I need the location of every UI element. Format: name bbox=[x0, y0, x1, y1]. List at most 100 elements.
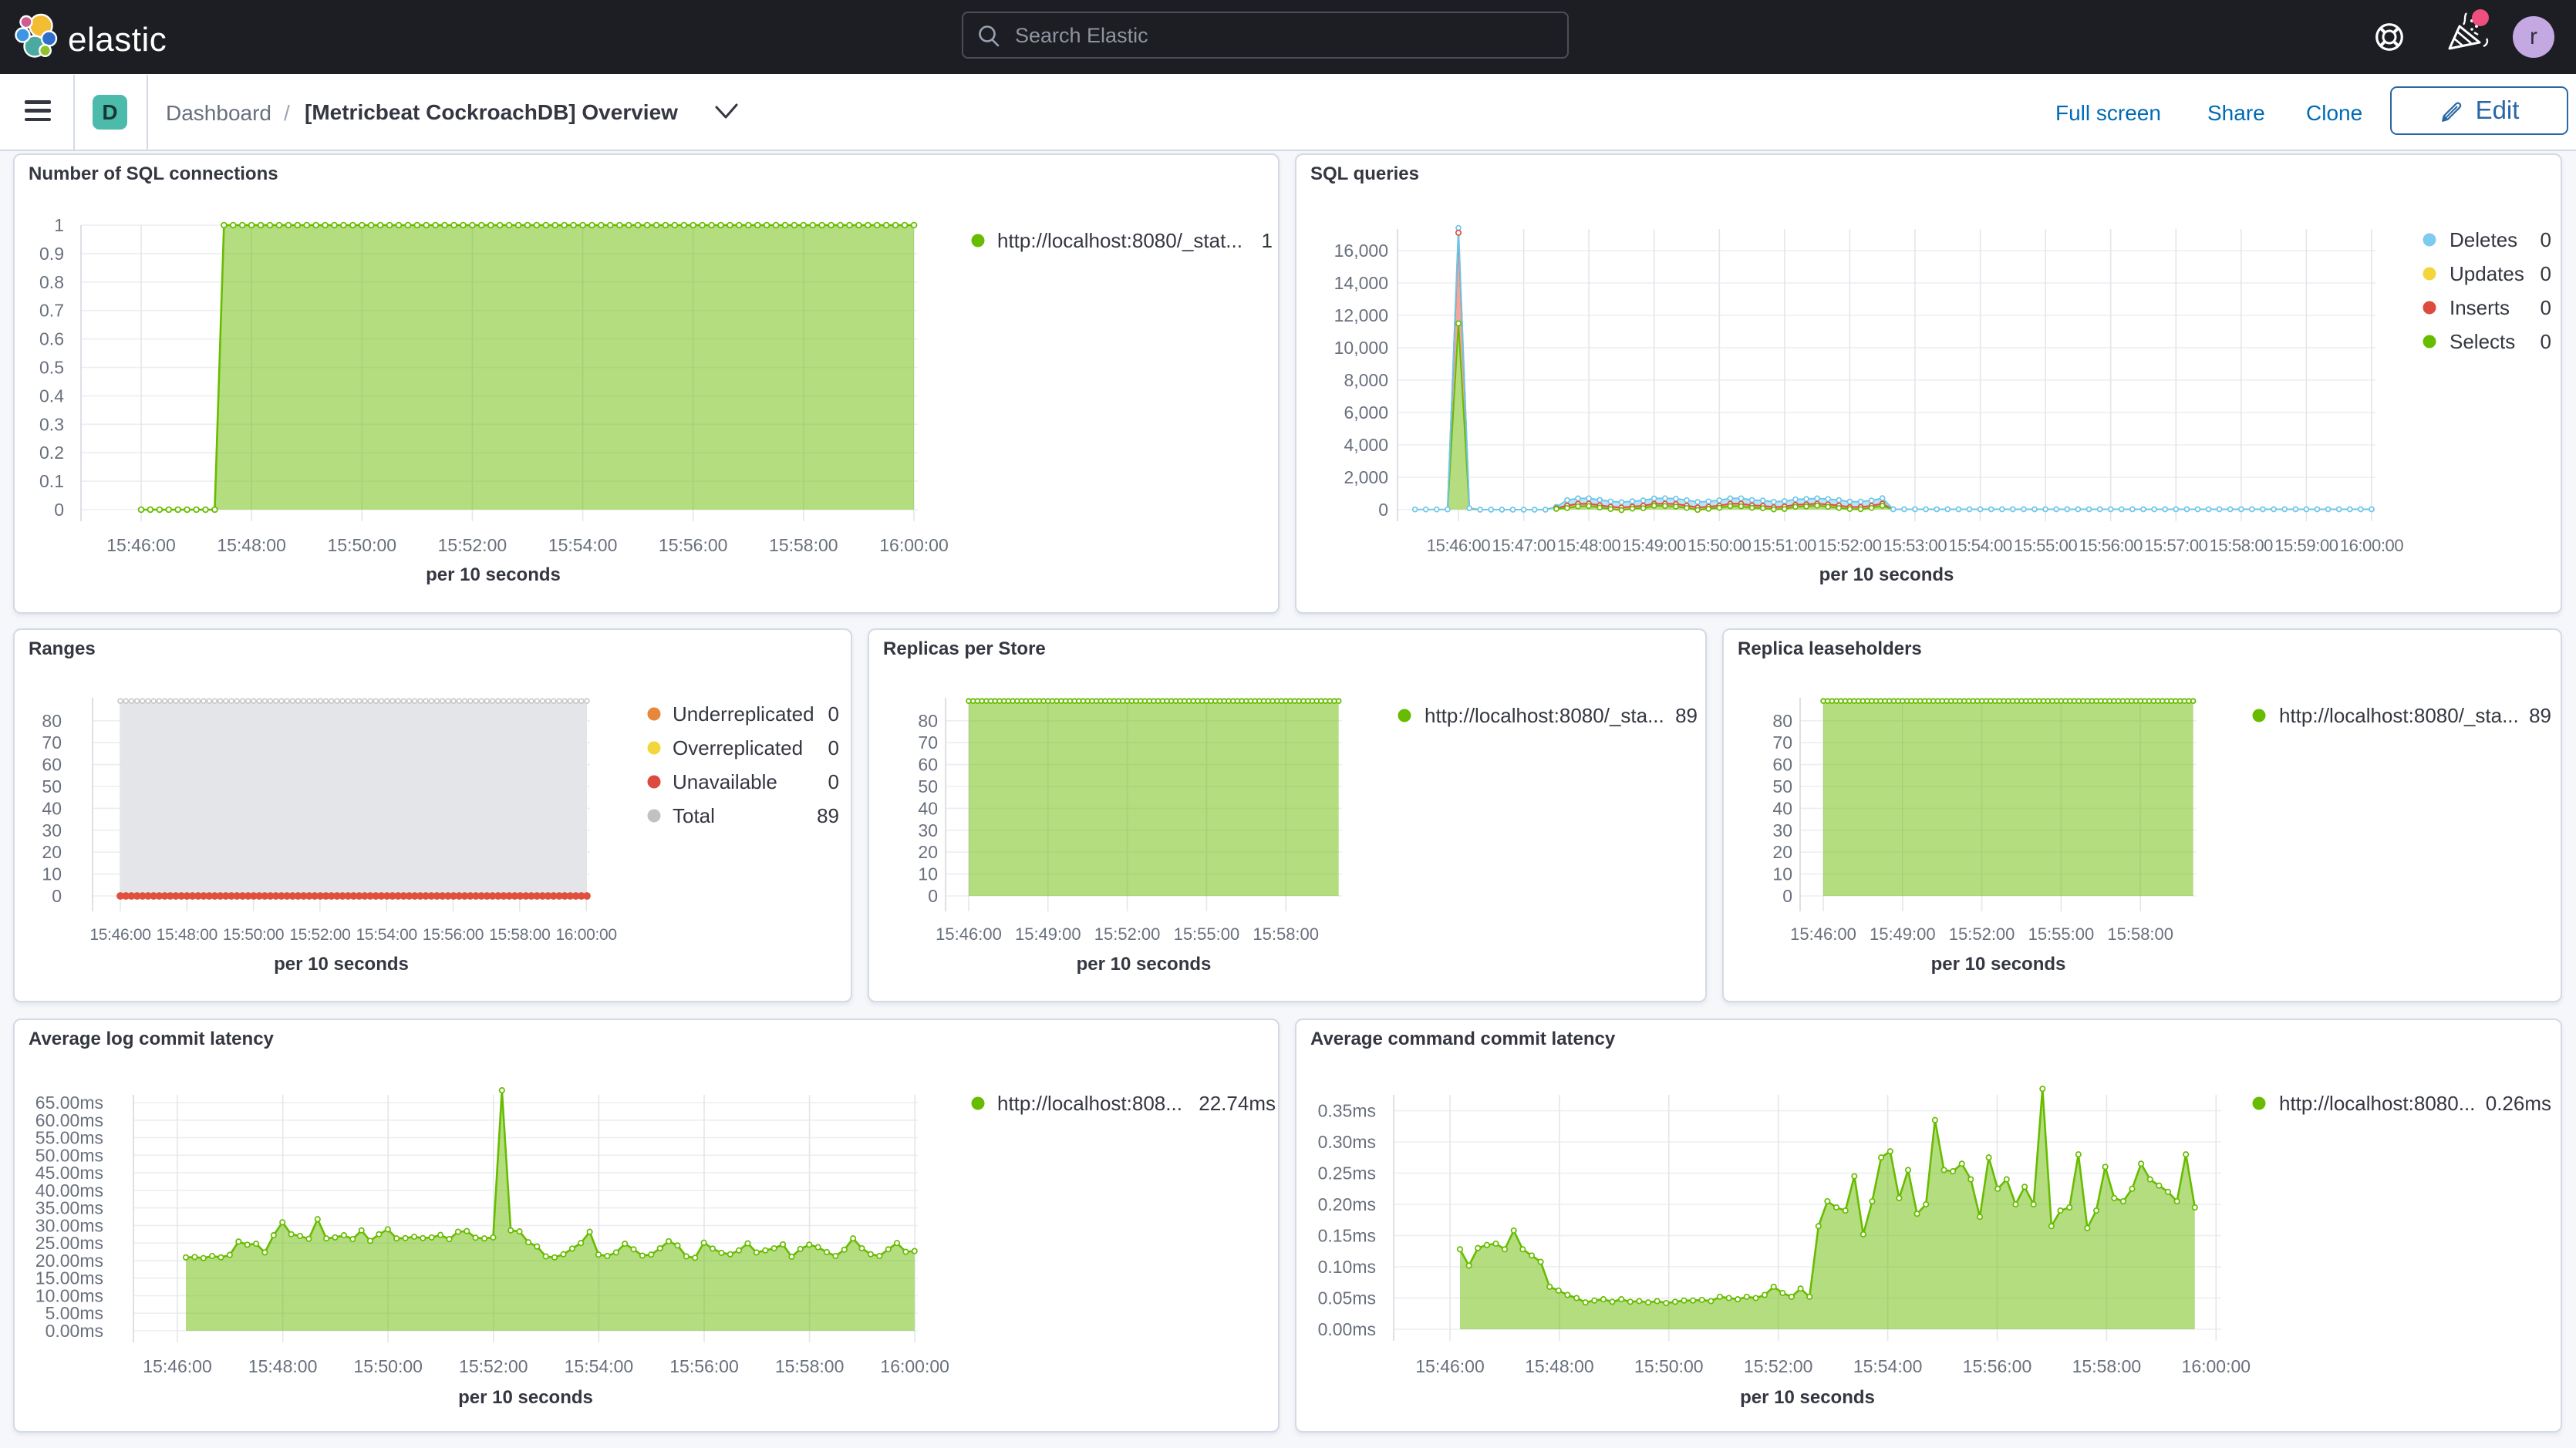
svg-text:15:58:00: 15:58:00 bbox=[769, 535, 838, 555]
svg-text:1: 1 bbox=[54, 215, 64, 235]
svg-text:60: 60 bbox=[918, 755, 938, 775]
svg-text:15:58:00: 15:58:00 bbox=[2072, 1356, 2142, 1376]
svg-text:15:56:00: 15:56:00 bbox=[2079, 536, 2143, 555]
svg-text:15:57:00: 15:57:00 bbox=[2144, 536, 2208, 555]
svg-text:80: 80 bbox=[918, 711, 938, 731]
svg-text:5.00ms: 5.00ms bbox=[46, 1303, 103, 1323]
svg-text:15:56:00: 15:56:00 bbox=[659, 535, 728, 555]
svg-text:0.9: 0.9 bbox=[39, 244, 64, 264]
svg-text:0: 0 bbox=[928, 886, 938, 906]
svg-text:Deletes: Deletes bbox=[2450, 228, 2517, 251]
svg-text:22.74ms: 22.74ms bbox=[1199, 1092, 1276, 1115]
svg-text:10,000: 10,000 bbox=[1334, 338, 1388, 358]
svg-text:15:47:00: 15:47:00 bbox=[1492, 536, 1556, 555]
svg-text:http://localhost:8080...: http://localhost:8080... bbox=[2279, 1092, 2475, 1115]
svg-text:http://localhost:8080/_sta...: http://localhost:8080/_sta... bbox=[2279, 704, 2519, 727]
svg-text:0.3: 0.3 bbox=[39, 414, 64, 434]
svg-text:0.2: 0.2 bbox=[39, 443, 64, 463]
svg-text:15.00ms: 15.00ms bbox=[35, 1268, 103, 1288]
svg-text:15:55:00: 15:55:00 bbox=[2014, 536, 2078, 555]
svg-text:70: 70 bbox=[42, 732, 62, 753]
svg-text:15:48:00: 15:48:00 bbox=[248, 1356, 318, 1376]
svg-text:15:50:00: 15:50:00 bbox=[223, 926, 284, 944]
svg-text:30: 30 bbox=[918, 820, 938, 840]
svg-text:15:49:00: 15:49:00 bbox=[1015, 924, 1081, 944]
svg-text:0.5: 0.5 bbox=[39, 358, 64, 378]
svg-text:30.00ms: 30.00ms bbox=[35, 1215, 103, 1235]
svg-text:60: 60 bbox=[1772, 755, 1792, 775]
svg-text:0.26ms: 0.26ms bbox=[2486, 1092, 2551, 1115]
svg-text:0.4: 0.4 bbox=[39, 386, 64, 406]
svg-text:15:56:00: 15:56:00 bbox=[1963, 1356, 2032, 1376]
svg-text:Inserts: Inserts bbox=[2450, 296, 2510, 319]
svg-text:0.05ms: 0.05ms bbox=[1318, 1288, 1376, 1308]
svg-text:40: 40 bbox=[42, 798, 62, 818]
svg-text:0.00ms: 0.00ms bbox=[1318, 1319, 1376, 1339]
svg-text:16:00:00: 16:00:00 bbox=[879, 535, 949, 555]
svg-text:15:58:00: 15:58:00 bbox=[1253, 924, 1319, 944]
svg-text:80: 80 bbox=[1772, 711, 1792, 731]
svg-text:60: 60 bbox=[42, 755, 62, 775]
svg-text:Average log commit latency: Average log commit latency bbox=[29, 1029, 275, 1049]
svg-text:15:49:00: 15:49:00 bbox=[1622, 536, 1686, 555]
svg-text:14,000: 14,000 bbox=[1334, 273, 1388, 293]
svg-text:50.00ms: 50.00ms bbox=[35, 1145, 103, 1165]
svg-text:SQL queries: SQL queries bbox=[1310, 163, 1419, 184]
svg-text:0.30ms: 0.30ms bbox=[1318, 1132, 1376, 1152]
svg-text:per 10 seconds: per 10 seconds bbox=[1819, 564, 1954, 585]
svg-text:15:48:00: 15:48:00 bbox=[217, 535, 286, 555]
svg-text:15:46:00: 15:46:00 bbox=[1427, 536, 1491, 555]
svg-text:15:55:00: 15:55:00 bbox=[1174, 924, 1240, 944]
svg-text:15:48:00: 15:48:00 bbox=[1557, 536, 1621, 555]
svg-text:0.35ms: 0.35ms bbox=[1318, 1101, 1376, 1121]
svg-text:10: 10 bbox=[1772, 864, 1792, 884]
svg-text:15:46:00: 15:46:00 bbox=[1415, 1356, 1485, 1376]
svg-text:per 10 seconds: per 10 seconds bbox=[1077, 954, 1212, 975]
svg-text:0.20ms: 0.20ms bbox=[1318, 1194, 1376, 1214]
svg-text:10.00ms: 10.00ms bbox=[35, 1286, 103, 1306]
svg-text:15:49:00: 15:49:00 bbox=[1870, 924, 1936, 944]
svg-text:15:52:00: 15:52:00 bbox=[1094, 924, 1161, 944]
svg-text:0: 0 bbox=[2541, 330, 2551, 353]
svg-text:http://localhost:8080/_sta...: http://localhost:8080/_sta... bbox=[1425, 704, 1664, 727]
svg-text:35.00ms: 35.00ms bbox=[35, 1198, 103, 1218]
svg-text:15:54:00: 15:54:00 bbox=[565, 1356, 634, 1376]
svg-text:55.00ms: 55.00ms bbox=[35, 1128, 103, 1148]
svg-text:15:46:00: 15:46:00 bbox=[89, 926, 150, 944]
svg-text:0: 0 bbox=[828, 702, 839, 726]
svg-text:15:54:00: 15:54:00 bbox=[548, 535, 618, 555]
svg-text:89: 89 bbox=[817, 804, 839, 827]
svg-text:0: 0 bbox=[54, 500, 64, 520]
svg-text:per 10 seconds: per 10 seconds bbox=[1931, 954, 2066, 975]
svg-text:15:50:00: 15:50:00 bbox=[353, 1356, 423, 1376]
svg-text:Ranges: Ranges bbox=[29, 638, 96, 659]
svg-text:0: 0 bbox=[2541, 262, 2551, 285]
svg-text:Average command commit latency: Average command commit latency bbox=[1310, 1029, 1616, 1049]
svg-text:0.8: 0.8 bbox=[39, 272, 64, 292]
svg-text:15:52:00: 15:52:00 bbox=[1744, 1356, 1813, 1376]
svg-text:60.00ms: 60.00ms bbox=[35, 1110, 103, 1130]
svg-text:0: 0 bbox=[1378, 500, 1388, 520]
svg-text:20: 20 bbox=[1772, 842, 1792, 862]
svg-text:89: 89 bbox=[2529, 704, 2551, 727]
svg-text:16:00:00: 16:00:00 bbox=[2182, 1356, 2251, 1376]
svg-text:15:50:00: 15:50:00 bbox=[328, 535, 397, 555]
svg-text:0.00ms: 0.00ms bbox=[46, 1321, 103, 1341]
svg-text:Updates: Updates bbox=[2450, 262, 2524, 285]
svg-text:45.00ms: 45.00ms bbox=[35, 1163, 103, 1183]
svg-text:0: 0 bbox=[828, 770, 839, 793]
svg-text:0: 0 bbox=[828, 736, 839, 759]
svg-text:50: 50 bbox=[1772, 776, 1792, 796]
svg-text:Overreplicated: Overreplicated bbox=[673, 736, 803, 759]
svg-text:0: 0 bbox=[1782, 886, 1792, 906]
svg-text:Total: Total bbox=[673, 804, 715, 827]
svg-text:15:55:00: 15:55:00 bbox=[2028, 924, 2095, 944]
svg-text:16:00:00: 16:00:00 bbox=[880, 1356, 949, 1376]
svg-text:15:46:00: 15:46:00 bbox=[143, 1356, 212, 1376]
svg-text:15:48:00: 15:48:00 bbox=[157, 926, 217, 944]
svg-text:15:58:00: 15:58:00 bbox=[489, 926, 550, 944]
svg-text:per 10 seconds: per 10 seconds bbox=[274, 954, 409, 975]
svg-text:40.00ms: 40.00ms bbox=[35, 1180, 103, 1200]
svg-text:15:46:00: 15:46:00 bbox=[936, 924, 1002, 944]
svg-text:0: 0 bbox=[52, 886, 62, 906]
